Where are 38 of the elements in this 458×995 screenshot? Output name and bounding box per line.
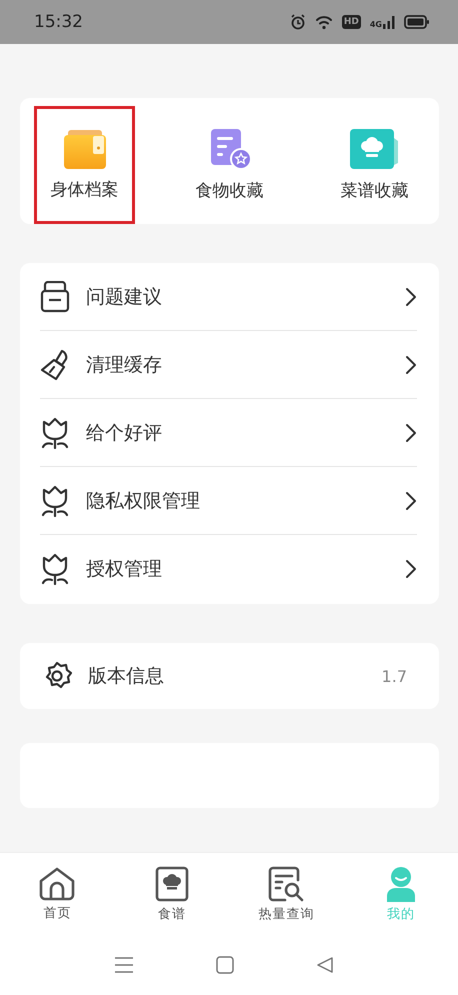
chevron-right-icon [405,422,417,442]
menu-item[interactable]: 授权管理 [40,535,417,602]
home-square-icon[interactable] [216,956,234,974]
tab[interactable]: 首页 [0,853,114,935]
back-icon[interactable] [316,956,334,974]
menu-icon[interactable] [114,956,134,974]
network-type: 4G [370,20,382,29]
hd-badge: HD [342,15,361,29]
brush-icon [40,348,70,380]
shortcut-item[interactable]: 食物收藏 [179,106,280,224]
chevron-right-icon [405,558,417,578]
chevron-right-icon [405,354,417,374]
menu-item[interactable]: 给个好评 [40,399,417,467]
shortcut-item[interactable]: 菜谱收藏 [324,106,425,224]
clock-time: 15:32 [34,12,84,32]
version-number: 1.7 [382,666,407,686]
battery-icon [404,15,430,29]
signal-icon [383,15,395,29]
version-label: 版本信息 [88,664,165,689]
chef-hat-icon[interactable] [154,866,189,902]
chef-hat-icon [350,128,400,170]
home-icon[interactable] [39,866,76,900]
flower-icon [40,552,70,584]
search-document-icon[interactable] [268,866,304,902]
wifi-icon [314,14,333,30]
flower-icon [40,484,70,516]
tab[interactable]: 热量查询 [229,853,344,935]
alarm-icon [290,14,306,30]
menu-item[interactable]: 隐私权限管理 [40,467,417,535]
chevron-right-icon [405,286,417,306]
chevron-right-icon [405,490,417,510]
wallet-icon [62,130,108,170]
flower-icon [40,416,70,448]
shortcut-item[interactable]: 身体档案 [34,106,135,224]
tab[interactable]: 食谱 [114,853,229,935]
menu-item[interactable]: 问题建议 [40,263,417,331]
menu-item[interactable]: 清理缓存 [40,331,417,399]
inbox-icon [40,280,70,312]
